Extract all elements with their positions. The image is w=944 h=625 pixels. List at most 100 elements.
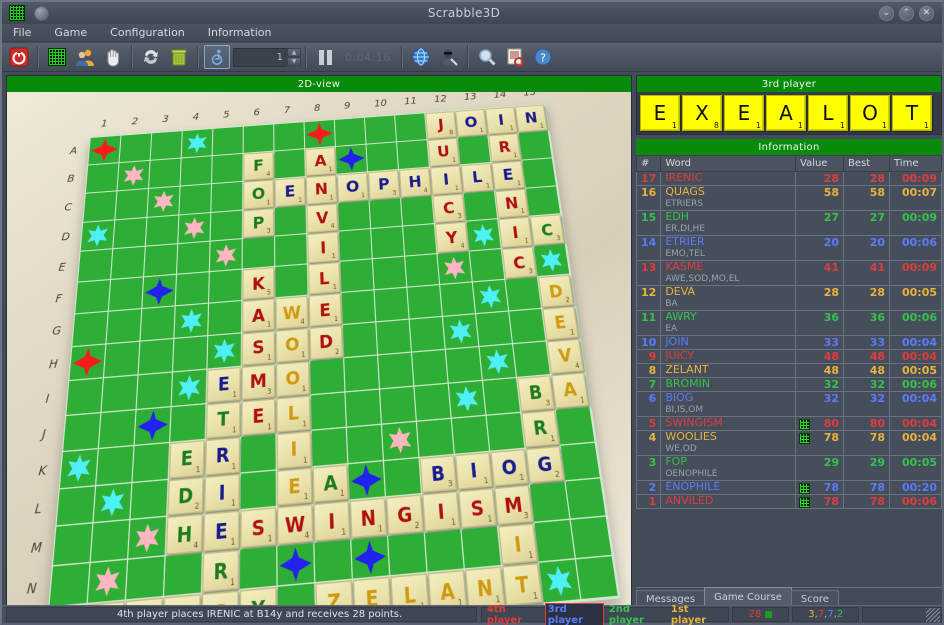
board-cell[interactable] <box>80 219 116 253</box>
board-tile[interactable]: D2 <box>538 274 574 308</box>
board-cell[interactable] <box>212 126 244 156</box>
board-cell[interactable] <box>140 306 176 342</box>
board-cell[interactable] <box>117 160 151 192</box>
board-cell[interactable] <box>274 122 306 152</box>
computer-player-icon[interactable] <box>436 45 462 69</box>
board-tile[interactable]: L1 <box>390 573 430 606</box>
board-cell[interactable] <box>340 259 375 294</box>
board-cell[interactable]: D2 <box>309 325 345 362</box>
board-cell[interactable] <box>211 181 244 213</box>
board-cell[interactable] <box>212 153 244 184</box>
board-tile[interactable]: I1 <box>498 217 533 249</box>
board-cell[interactable]: U1 <box>427 137 461 168</box>
board-cell[interactable] <box>335 144 369 175</box>
board-cell[interactable] <box>111 247 146 281</box>
board-cell[interactable]: C3 <box>432 193 467 225</box>
board-tile[interactable]: B3 <box>419 454 457 494</box>
board-cell[interactable]: B3 <box>517 374 556 413</box>
table-row[interactable]: 12 DEVA BA 28 28 00:05 <box>635 285 942 311</box>
menu-game[interactable]: Game <box>51 25 90 40</box>
board-cell[interactable]: N1 <box>494 188 530 220</box>
accessibility-icon[interactable] <box>204 45 230 69</box>
board-cell[interactable] <box>240 433 277 474</box>
menu-file[interactable]: File <box>10 25 34 40</box>
board-cell[interactable] <box>374 287 410 323</box>
board-cell[interactable]: I1 <box>313 501 352 544</box>
board-cell[interactable] <box>125 556 166 601</box>
close-icon[interactable]: ✕ <box>919 5 934 21</box>
board-cell[interactable]: N1 <box>514 104 549 134</box>
board-cell[interactable]: O1 <box>336 172 370 203</box>
board-cell[interactable]: F4 <box>243 151 275 182</box>
board-cell[interactable] <box>570 516 613 560</box>
board-cell[interactable] <box>518 130 553 161</box>
board-cell[interactable] <box>138 339 175 376</box>
board-cell[interactable]: E1 <box>241 398 277 437</box>
board-cell[interactable] <box>472 279 510 315</box>
board-tile[interactable]: C3 <box>501 246 537 279</box>
rack-tile[interactable]: X8 <box>682 95 722 131</box>
board-tile[interactable]: V4 <box>306 202 339 234</box>
board-cell[interactable]: E1 <box>276 466 314 508</box>
board-tile[interactable]: L1 <box>276 395 311 433</box>
board-cell[interactable]: V4 <box>306 202 340 235</box>
board-tile[interactable]: N1 <box>465 566 505 606</box>
board-cell[interactable] <box>522 157 558 189</box>
board-cell[interactable] <box>463 190 499 223</box>
board-tile[interactable]: O1 <box>276 361 310 397</box>
board-cell[interactable]: H4 <box>399 167 433 198</box>
table-row[interactable]: 13 KASME AWE,SOD,MO,EL 41 41 00:09 <box>635 260 942 286</box>
table-row[interactable]: 15 EDH ER,DI,HE 27 27 00:09 <box>635 210 942 236</box>
board-tile[interactable]: I1 <box>429 165 463 195</box>
board-cell[interactable]: W4 <box>277 504 315 547</box>
board-cell[interactable]: A1 <box>551 372 591 410</box>
board-cell[interactable] <box>365 115 398 145</box>
table-row[interactable]: 2 ENOPHILE 78 78 00:20 <box>635 480 942 495</box>
board-tile[interactable]: N1 <box>305 174 338 205</box>
player-rack[interactable]: E1X8E1A1L1O1T1 <box>637 92 941 134</box>
board-cell[interactable] <box>479 344 518 381</box>
board-cell[interactable] <box>208 301 243 337</box>
col-index[interactable]: # <box>635 155 662 172</box>
pause-icon[interactable] <box>312 45 338 69</box>
board-cell[interactable]: O1 <box>243 179 275 211</box>
board-cell[interactable] <box>98 409 137 449</box>
board-2d-view[interactable]: 123456789101112131415 ABCDEFGHIJKLMNO J8… <box>7 92 631 606</box>
board-cell[interactable] <box>101 375 139 413</box>
board-tile[interactable]: W4 <box>275 295 309 330</box>
board-tile[interactable]: R1 <box>521 409 560 447</box>
board-cell[interactable] <box>344 355 381 393</box>
board-tile[interactable]: U1 <box>427 137 460 167</box>
board-cell[interactable]: K5 <box>242 267 276 302</box>
board-cell[interactable]: L1 <box>390 573 431 606</box>
rack-tile[interactable]: T1 <box>892 95 932 131</box>
board-cell[interactable] <box>311 427 349 467</box>
board-cell[interactable] <box>351 536 391 581</box>
board-cell[interactable] <box>69 344 107 382</box>
board-cell[interactable]: E1 <box>491 160 526 191</box>
board-cell[interactable] <box>525 185 562 218</box>
board-cell[interactable] <box>180 155 213 187</box>
resize-grip-icon[interactable] <box>926 608 940 622</box>
board-cell[interactable] <box>145 215 180 248</box>
board-cell[interactable]: P3 <box>368 169 402 201</box>
menu-configuration[interactable]: Configuration <box>107 25 188 40</box>
board-cell[interactable] <box>314 540 353 584</box>
players-icon[interactable] <box>72 45 98 69</box>
table-row[interactable]: 6 BIOG BI,IS,OM 32 32 00:04 <box>635 391 942 417</box>
board-cell[interactable] <box>243 124 275 154</box>
board-cell[interactable] <box>378 352 415 390</box>
board-cell[interactable]: E1 <box>203 510 241 554</box>
trash-bin-icon[interactable] <box>166 45 192 69</box>
board-tile[interactable]: E1 <box>168 439 205 479</box>
board-cell[interactable] <box>96 445 135 486</box>
board-cell[interactable] <box>534 520 577 564</box>
board-cell[interactable] <box>130 479 169 521</box>
col-best[interactable]: Best <box>843 155 890 172</box>
board-cell[interactable] <box>341 290 377 326</box>
board-tile[interactable]: I1 <box>498 523 538 565</box>
board-cell[interactable] <box>59 448 99 489</box>
board-cell[interactable]: E1 <box>308 293 343 328</box>
board-cell[interactable] <box>144 244 179 278</box>
zoom-search-icon[interactable] <box>474 45 500 69</box>
